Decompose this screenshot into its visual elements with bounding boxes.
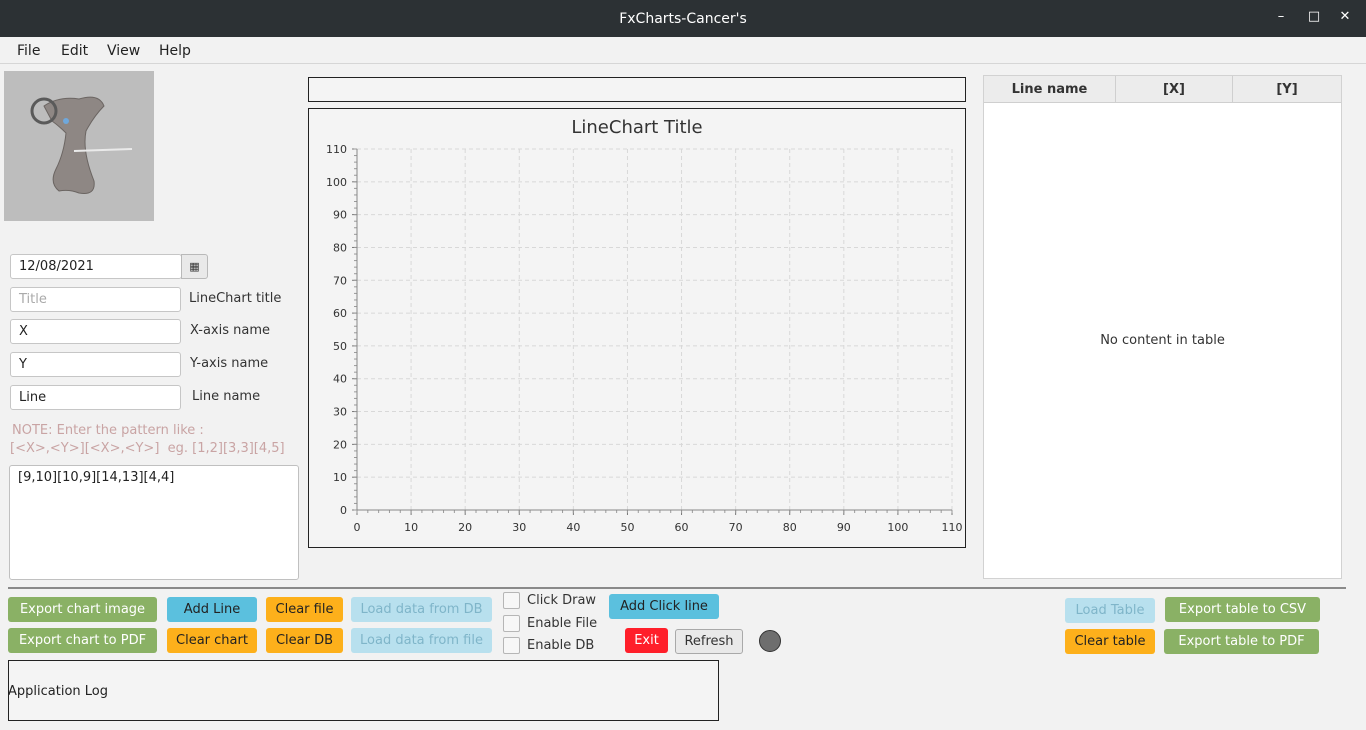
x-tick-label: 0 <box>354 521 361 534</box>
y-tick-label: 50 <box>333 340 347 353</box>
click-draw-label: Click Draw <box>527 593 597 608</box>
y-axis-input[interactable]: Y <box>10 352 181 377</box>
enable-db-checkbox[interactable] <box>503 637 520 654</box>
pattern-textarea[interactable]: [9,10][10,9][14,13][4,4] <box>9 465 299 580</box>
load-data-db-button[interactable]: Load data from DB <box>351 597 492 622</box>
menu-help[interactable]: Help <box>159 43 191 59</box>
menubar <box>0 37 1366 64</box>
clear-db-button[interactable]: Clear DB <box>266 628 343 653</box>
line-chart-svg: LineChart Title 0 10 20 30 40 50 60 70 80 90 100 11… <box>326 117 963 534</box>
enable-file-checkbox[interactable] <box>503 615 520 632</box>
export-chart-image-button[interactable]: Export chart image <box>8 597 157 622</box>
menu-edit[interactable]: Edit <box>61 43 88 59</box>
x-tick-label: 90 <box>837 521 851 534</box>
data-table: Line name [X] [Y] No content in table <box>983 75 1342 579</box>
x-tick-label: 60 <box>675 521 689 534</box>
line-name-label: Line name <box>192 389 261 404</box>
x-tick-label: 30 <box>512 521 526 534</box>
column-header-y[interactable]: [Y] <box>1233 76 1341 103</box>
x-tick-label: 20 <box>458 521 472 534</box>
click-draw-checkbox[interactable] <box>503 592 520 609</box>
plot-area <box>357 149 952 510</box>
x-tick-label: 100 <box>887 521 908 534</box>
y-tick-label: 20 <box>333 438 347 451</box>
y-tick-label: 0 <box>340 504 347 517</box>
enable-db-label: Enable DB <box>527 638 595 653</box>
application-log <box>8 660 719 721</box>
y-tick-label: 80 <box>333 241 347 254</box>
application-log-label: Application Log <box>8 684 108 699</box>
x-axis-label: X-axis name <box>190 323 270 338</box>
maximize-icon[interactable]: □ <box>1306 9 1322 25</box>
y-tick-label: 10 <box>333 471 347 484</box>
x-tick-label: 40 <box>566 521 580 534</box>
window-titlebar: FxCharts-Cancer's <box>0 0 1366 37</box>
chart-header-box <box>308 77 966 102</box>
date-field[interactable]: 12/08/2021 <box>10 254 182 279</box>
x-tick-label: 70 <box>729 521 743 534</box>
line-chart: LineChart Title 0 10 20 30 40 50 60 70 80 90 100 11… <box>308 108 966 548</box>
x-tick-label: 50 <box>620 521 634 534</box>
x-axis-input[interactable]: X <box>10 319 181 344</box>
status-indicator <box>759 630 781 652</box>
y-tick-label: 40 <box>333 373 347 386</box>
pattern-note-line1: NOTE: Enter the pattern like : <box>12 423 204 438</box>
window-title: FxCharts-Cancer's <box>619 10 747 27</box>
refresh-button[interactable]: Refresh <box>675 629 743 654</box>
y-tick-label: 100 <box>326 176 347 189</box>
export-table-csv-button[interactable]: Export table to CSV <box>1165 597 1320 622</box>
cancer-image <box>4 71 154 221</box>
x-tick-label: 110 <box>942 521 963 534</box>
clear-file-button[interactable]: Clear file <box>266 597 343 622</box>
chart-title: LineChart Title <box>571 117 702 138</box>
y-tick-label: 70 <box>333 274 347 287</box>
pattern-note-line2: [<X>,<Y>][<X>,<Y>] eg. [1,2][3,3][4,5] <box>10 441 285 456</box>
table-empty-message: No content in table <box>1100 333 1225 348</box>
y-tick-label: 90 <box>333 209 347 222</box>
menu-file[interactable]: File <box>17 43 40 59</box>
y-tick-label: 110 <box>326 143 347 156</box>
calendar-icon[interactable]: ▦ <box>181 254 208 279</box>
chart-title-label: LineChart title <box>189 291 282 306</box>
column-header-x[interactable]: [X] <box>1116 76 1233 103</box>
export-chart-pdf-button[interactable]: Export chart to PDF <box>8 628 157 653</box>
y-tick-label: 30 <box>333 406 347 419</box>
close-icon[interactable]: ✕ <box>1337 9 1353 25</box>
add-line-button[interactable]: Add Line <box>167 597 257 622</box>
y-tick-label: 60 <box>333 307 347 320</box>
column-header-line-name[interactable]: Line name <box>984 76 1116 103</box>
menu-view[interactable]: View <box>107 43 140 59</box>
load-table-button[interactable]: Load Table <box>1065 598 1155 623</box>
x-tick-label: 80 <box>783 521 797 534</box>
chart-title-input[interactable]: Title <box>10 287 181 312</box>
clear-table-button[interactable]: Clear table <box>1065 629 1155 654</box>
line-name-input[interactable]: Line <box>10 385 181 410</box>
export-table-pdf-button[interactable]: Export table to PDF <box>1164 629 1319 654</box>
load-data-file-button[interactable]: Load data from file <box>351 628 492 653</box>
add-click-line-button[interactable]: Add Click line <box>609 594 719 619</box>
exit-button[interactable]: Exit <box>625 628 668 653</box>
clear-chart-button[interactable]: Clear chart <box>167 628 257 653</box>
y-axis-label: Y-axis name <box>190 356 269 371</box>
x-tick-label: 10 <box>404 521 418 534</box>
separator <box>8 587 1346 589</box>
enable-file-label: Enable File <box>527 616 598 631</box>
minimize-icon[interactable]: – <box>1273 9 1289 25</box>
